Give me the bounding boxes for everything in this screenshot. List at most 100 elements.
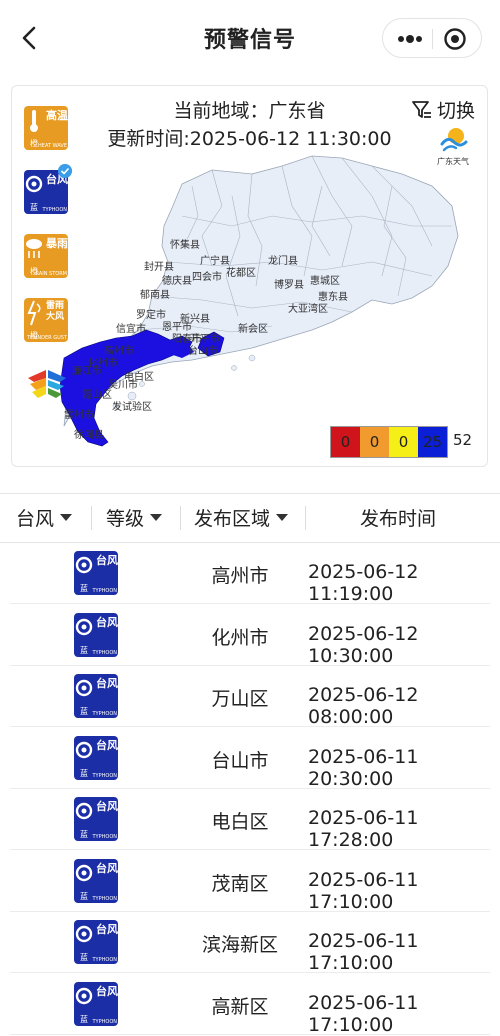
typhoon-icon [75,802,93,820]
signal-thunder-chars: 雷雨大风 [46,301,65,322]
typhoon-icon [75,741,93,758]
row-time: 2025-06-12 10:30:00 [308,622,419,667]
warning-row[interactable]: 台风蓝 TYPHOON 高州市 2025-06-12 11:19:00 [10,543,490,605]
signal-level: 蓝 [80,891,88,901]
row-time: 2025-06-11 17:28:00 [308,807,419,851]
filter-area-label: 发布区域 [194,508,271,530]
filter-signal-label: 台风 [16,508,55,530]
typhoon-icon [25,175,43,193]
switch-region-button[interactable]: 切换 [411,96,475,123]
signal-en: TYPHOON [92,649,118,656]
signal-en: TYPHOON [92,588,118,594]
map-place-label: 信宜市 [116,324,146,335]
signal-en: TYPHOON [92,834,118,840]
map-place-label: 霞山区 [82,390,112,401]
signal-heat-orange[interactable]: 高温 橙 HEAT WAVE [24,106,68,150]
column-publish-time: 发布时间 [360,508,437,530]
typhoon-icon [75,987,93,1004]
warning-row[interactable]: 台风蓝 TYPHOON 台山市 2025-06-11 20:30:00 [10,728,490,790]
row-time: 2025-06-11 17:10:00 [308,868,419,913]
warning-row[interactable]: 台风蓝 TYPHOON 茂南区 2025-06-11 17:10:00 [10,851,490,913]
signal-chars: 台风 [96,923,118,936]
signal-chars: 台风 [96,984,118,998]
mini-program-capsule [382,18,482,58]
signal-en: TYPHOON [92,711,118,717]
row-time: 2025-06-11 20:30:00 [308,745,419,790]
typhoon-blue-signal-icon: 台风蓝 TYPHOON [74,674,118,718]
typhoon-icon [75,556,93,574]
signal-rainstorm-en: RAIN STORM [35,271,67,277]
map-place-label: 怀集县 [170,240,200,251]
capsule-divider [432,29,433,49]
map-place-label: 惠城区 [310,276,340,287]
signal-chars: 台风 [96,738,118,752]
map-place-label: 德庆县 [162,276,192,287]
map-place-label: 恩平市 [162,322,192,333]
signal-typhoon-level: 蓝 [30,203,38,212]
signal-chars: 台风 [96,554,118,567]
signal-level: 蓝 [80,768,88,778]
typhoon-blue-signal-icon: 台风蓝 TYPHOON [74,797,118,841]
warning-row[interactable]: 台风蓝 TYPHOON 滨海新区 2025-06-11 17:10:00 [10,912,490,974]
signal-chars: 台风 [96,615,118,629]
signal-level: 蓝 [80,707,88,716]
typhoon-icon [75,679,93,697]
signal-en: TYPHOON [92,1018,118,1025]
signal-level: 蓝 [80,830,88,839]
signal-en: TYPHOON [92,895,118,902]
signal-heat-chars: 高温 [46,109,68,122]
filter-level-label: 等级 [106,508,145,530]
map-place-label: 雷州市 [64,410,94,421]
row-time: 2025-06-12 11:19:00 [308,561,419,605]
typhoon-icon [75,925,93,943]
switch-label: 切换 [436,100,475,122]
signal-level: 蓝 [80,953,88,962]
typhoon-blue-signal-icon: 台风蓝 TYPHOON [74,735,118,780]
signal-rainstorm-chars: 暴雨 [46,237,68,250]
warning-row[interactable]: 台风蓝 TYPHOON 电白区 2025-06-11 17:28:00 [10,789,490,851]
warning-row[interactable]: 台风蓝 TYPHOON 高新区 2025-06-11 17:10:00 [10,974,490,1036]
row-area: 电白区 [211,811,269,833]
signal-chars: 台风 [96,677,118,690]
warning-row[interactable]: 台风蓝 TYPHOON 化州市 2025-06-12 10:30:00 [10,605,490,667]
signal-thunder-gust-orange[interactable]: 雷雨大风 橙 THUNDER GUST [24,298,68,342]
map-place-label: 新会区 [238,324,268,335]
warning-map-panel: 当前地域：广东省 更新时间:2025-06-12 11:30:00 切换 广东天… [11,85,488,467]
close-target-icon[interactable] [443,27,467,51]
warning-row[interactable]: 台风蓝 TYPHOON 万山区 2025-06-12 08:00:00 [10,666,490,728]
more-dots-icon[interactable] [395,27,425,51]
signal-chars: 台风 [96,861,118,875]
weather-logo-icon [440,128,468,152]
filter-area[interactable]: 发布区域 [194,504,289,531]
map-place-label: 龙门县 [268,256,298,267]
map-place-label: 四会市 [192,272,222,283]
signal-level: 蓝 [80,645,88,655]
selected-check-icon [58,164,72,178]
row-time: 2025-06-11 17:10:00 [308,991,419,1036]
signal-level: 蓝 [80,1014,88,1024]
caret-down-icon [276,514,289,521]
filter-divider [180,506,181,530]
row-area: 滨海新区 [201,934,278,956]
typhoon-blue-signal-icon: 台风蓝 TYPHOON [74,612,118,657]
filter-icon [412,100,431,118]
filter-divider [305,506,306,530]
thermometer-icon [30,110,38,132]
caret-down-icon [150,514,163,521]
row-time: 2025-06-11 17:10:00 [308,930,419,974]
typhoon-blue-signal-icon: 台风蓝 TYPHOON [74,858,118,903]
typhoon-blue-signal-icon: 台风蓝 TYPHOON [74,920,118,964]
weather-logo-caption: 广东天气 [437,157,469,166]
filter-level[interactable]: 等级 [106,504,163,531]
map-place-label: 发试验区 [112,402,152,413]
map-place-label: 吴川市 [108,380,138,391]
legend-blue: 25 [418,427,447,457]
row-area: 高新区 [211,995,269,1018]
signal-rainstorm-orange[interactable]: 暴雨 橙 RAIN STORM [24,234,68,278]
filter-signal-type[interactable]: 台风 [16,504,73,531]
signal-typhoon-en: TYPHOON [42,207,68,213]
legend-total: 52 [453,431,473,449]
update-time: 更新时间:2025-06-12 11:30:00 [107,128,392,150]
caret-down-icon [60,514,73,521]
nav-bar: 预警信号 [0,0,500,78]
